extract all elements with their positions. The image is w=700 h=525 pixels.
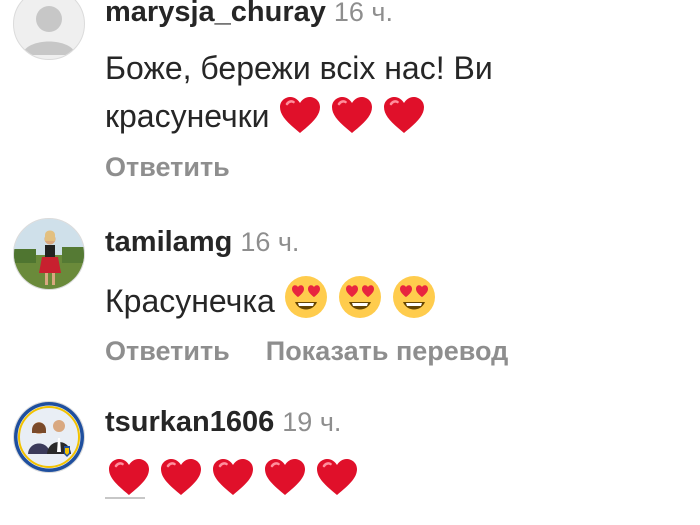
avatar[interactable] bbox=[13, 401, 85, 473]
red-heart-emoji-icon bbox=[278, 95, 322, 135]
red-heart-emoji-icon bbox=[107, 457, 151, 497]
red-heart-emoji-icon bbox=[159, 457, 203, 497]
next-comment-cutoff bbox=[105, 497, 145, 499]
username[interactable]: marysja_churay bbox=[105, 0, 326, 28]
comment-text: Красунечка bbox=[105, 274, 437, 323]
heart-eyes-emoji-icon bbox=[337, 274, 383, 320]
user-photo-icon bbox=[14, 219, 84, 289]
avatar[interactable] bbox=[13, 0, 85, 60]
comment-text-word: Красунечка bbox=[105, 283, 275, 319]
show-translation-button[interactable]: Показать перевод bbox=[266, 336, 509, 367]
comment-header: tsurkan1606 19 ч. bbox=[105, 406, 341, 439]
comment-text bbox=[105, 456, 359, 500]
red-heart-emoji-icon bbox=[263, 457, 307, 497]
default-avatar-icon bbox=[22, 6, 76, 55]
red-heart-emoji-icon bbox=[315, 457, 359, 497]
red-heart-emoji-icon bbox=[330, 95, 374, 135]
comment-actions: Ответить bbox=[105, 152, 266, 183]
comment-header: marysja_churay 16 ч. bbox=[105, 0, 393, 29]
heart-eyes-emoji-icon bbox=[391, 274, 437, 320]
comment-text: Боже, бережи всіх нас! Ви красунечки bbox=[105, 46, 493, 138]
timestamp[interactable]: 16 ч. bbox=[334, 0, 393, 27]
comment-text-line: Боже, бережи всіх нас! Ви bbox=[105, 50, 493, 86]
user-photo-icon bbox=[14, 402, 84, 472]
username[interactable]: tamilamg bbox=[105, 226, 232, 258]
avatar[interactable] bbox=[13, 218, 85, 290]
username[interactable]: tsurkan1606 bbox=[105, 406, 274, 438]
red-heart-emoji-icon bbox=[211, 457, 255, 497]
comment-header: tamilamg 16 ч. bbox=[105, 226, 299, 259]
comment-text-word: красунечки bbox=[105, 98, 270, 134]
reply-button[interactable]: Ответить bbox=[105, 152, 230, 183]
reply-button[interactable]: Ответить bbox=[105, 336, 230, 367]
comment-text-line: красунечки bbox=[105, 94, 493, 138]
timestamp[interactable]: 19 ч. bbox=[282, 407, 341, 437]
heart-eyes-emoji-icon bbox=[283, 274, 329, 320]
comment-actions: Ответить Показать перевод bbox=[105, 336, 544, 367]
timestamp[interactable]: 16 ч. bbox=[240, 227, 299, 257]
red-heart-emoji-icon bbox=[382, 95, 426, 135]
